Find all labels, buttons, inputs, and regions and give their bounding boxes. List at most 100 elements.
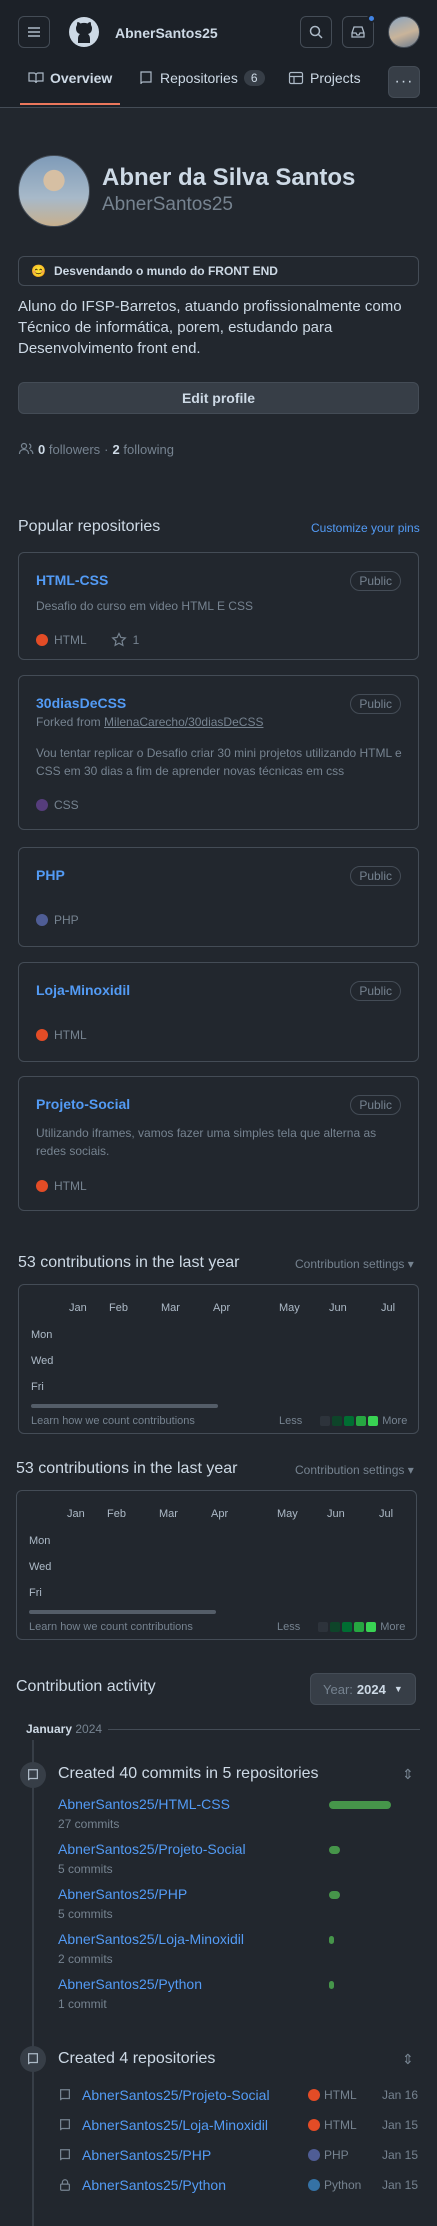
edit-profile-button[interactable]: Edit profile — [18, 382, 419, 414]
repo-meta: HTML 1 — [36, 632, 139, 648]
repo-name-link[interactable]: Loja-Minoxidil — [36, 982, 130, 998]
legend-level-2 — [344, 1416, 355, 1426]
created-repo-row: AbnerSantos25/Python Python Jan 15 — [58, 2174, 418, 2196]
people-icon — [18, 442, 34, 455]
created-date: Jan 15 — [381, 2148, 418, 2162]
month-label: Jan — [67, 1508, 85, 1520]
repo-name-link[interactable]: 30diasDeCSS — [36, 695, 126, 711]
language-color-dot — [36, 634, 48, 646]
forked-from-text: Forked from MilenaCarecho/30diasDeCSS — [36, 713, 406, 731]
commit-count-link[interactable]: 1 commit — [58, 1997, 107, 2011]
contribution-settings-button[interactable]: Contribution settings ▾ — [295, 1257, 414, 1271]
commit-repo-link[interactable]: AbnerSantos25/Projeto-Social — [58, 1841, 246, 1857]
month-label: Feb — [107, 1508, 126, 1520]
commit-repo-link[interactable]: AbnerSantos25/Loja-Minoxidil — [58, 1931, 244, 1947]
forked-from-prefix: Forked from — [36, 715, 101, 729]
month-heading: January 2024 — [26, 1722, 102, 1736]
notification-dot — [367, 14, 376, 23]
commit-repo-link[interactable]: AbnerSantos25/Python — [58, 1976, 202, 1992]
tab-repositories[interactable]: Repositories 6 — [138, 70, 265, 86]
graph-legend: Less More — [277, 1621, 405, 1633]
created-repo-link[interactable]: AbnerSantos25/Projeto-Social — [82, 2087, 308, 2103]
language-label: Python — [323, 2178, 362, 2192]
repo-name-link[interactable]: PHP — [36, 867, 65, 883]
month-label: Jan — [69, 1302, 87, 1314]
month-label: May — [279, 1302, 300, 1314]
learn-how-link[interactable]: Learn how we count contributions — [29, 1621, 193, 1633]
repo-name-link[interactable]: Projeto-Social — [36, 1096, 130, 1112]
timeline-badge — [20, 2046, 46, 2072]
menu-button[interactable] — [18, 16, 50, 48]
learn-how-link[interactable]: Learn how we count contributions — [31, 1415, 195, 1427]
search-button[interactable] — [300, 16, 332, 48]
followers-link[interactable]: 0 followers — [38, 442, 100, 457]
commits-summary-heading[interactable]: Created 40 commits in 5 repositories — [58, 1765, 319, 1783]
created-repo-link[interactable]: AbnerSantos25/Python — [82, 2177, 308, 2193]
commit-count-link[interactable]: 2 commits — [58, 1952, 113, 1966]
created-repos-heading[interactable]: Created 4 repositories — [58, 2050, 215, 2068]
pinned-repo-card: Loja-Minoxidil Public HTML — [18, 962, 419, 1062]
table-icon — [288, 71, 304, 85]
commit-repo-link[interactable]: AbnerSantos25/PHP — [58, 1886, 187, 1902]
created-repo-row: AbnerSantos25/Loja-Minoxidil HTML Jan 15 — [58, 2114, 418, 2136]
repo-icon — [58, 2148, 82, 2162]
more-tabs-button[interactable]: ··· — [388, 66, 420, 98]
repo-meta: HTML — [36, 1028, 87, 1042]
contribution-settings-button[interactable]: Contribution settings ▾ — [295, 1463, 414, 1477]
graph-scrollbar[interactable] — [29, 1610, 216, 1614]
month-label: Jun — [327, 1508, 345, 1520]
search-icon — [309, 25, 323, 39]
github-logo-icon[interactable] — [68, 16, 100, 48]
created-repo-row: AbnerSantos25/PHP PHP Jan 15 — [58, 2144, 418, 2166]
created-repo-link[interactable]: AbnerSantos25/PHP — [82, 2147, 308, 2163]
contribution-activity-heading: Contribution activity — [16, 1678, 156, 1695]
following-link[interactable]: 2 following — [113, 442, 174, 457]
commit-repo-link[interactable]: AbnerSantos25/HTML-CSS — [58, 1796, 230, 1812]
contributions-heading: 53 contributions in the last year — [16, 1460, 238, 1477]
commit-count-link[interactable]: 5 commits — [58, 1907, 113, 1921]
day-label: Mon — [29, 1535, 51, 1547]
profile-name: Abner da Silva Santos — [102, 164, 356, 191]
contribution-graph: Jan Feb Mar Apr May Jun Jul Mon Wed Fri … — [18, 1284, 419, 1434]
language-label: HTML — [54, 1179, 87, 1193]
tab-overview[interactable]: Overview — [28, 70, 112, 86]
tab-projects[interactable]: Projects — [288, 70, 361, 86]
repo-icon — [28, 2053, 38, 2065]
commit-progress-bar — [329, 1981, 334, 1989]
commit-progress-bar — [329, 1801, 391, 1809]
avatar-button[interactable] — [388, 16, 420, 48]
repo-name-link[interactable]: HTML-CSS — [36, 572, 108, 588]
customize-pins-link[interactable]: Customize your pins — [311, 521, 420, 535]
repo-icon — [140, 71, 152, 85]
day-label: Fri — [31, 1381, 44, 1393]
forked-from-link[interactable]: MilenaCarecho/30diasDeCSS — [104, 715, 263, 729]
commit-count-link[interactable]: 27 commits — [58, 1817, 119, 1831]
created-repo-link[interactable]: AbnerSantos25/Loja-Minoxidil — [82, 2117, 308, 2133]
language-label: PHP — [54, 913, 79, 927]
unfold-icon[interactable]: ⇕ — [402, 2051, 414, 2068]
status-box[interactable]: 😊 Desvendando o mundo do FRONT END — [18, 256, 419, 286]
graph-scrollbar[interactable] — [31, 1404, 218, 1408]
legend-level-4 — [368, 1416, 379, 1426]
created-date: Jan 15 — [381, 2118, 418, 2132]
header-username[interactable]: AbnerSantos25 — [115, 25, 218, 41]
created-date: Jan 15 — [381, 2178, 418, 2192]
popular-repos-heading: Popular repositories — [18, 518, 161, 535]
commit-progress-bar — [329, 1891, 340, 1899]
followers-label: followers — [48, 441, 101, 457]
commit-progress-bar — [329, 1846, 340, 1854]
year-select-button[interactable]: Year: 2024 ▼ — [310, 1673, 416, 1705]
smiley-icon: 😊 — [31, 264, 46, 278]
legend-level-1 — [330, 1622, 341, 1632]
timeline-badge — [20, 1762, 46, 1788]
language-label: CSS — [54, 798, 79, 812]
inbox-button[interactable] — [342, 14, 376, 48]
unfold-icon[interactable]: ⇕ — [402, 1766, 414, 1783]
language-label: HTML — [54, 1028, 87, 1042]
legend-level-4 — [366, 1622, 377, 1632]
active-tab-indicator — [20, 103, 120, 105]
month-name: January — [26, 1722, 73, 1736]
star-count-link[interactable]: 1 — [133, 633, 140, 647]
commit-count-link[interactable]: 5 commits — [58, 1862, 113, 1876]
kebab-horizontal-icon: ··· — [394, 73, 414, 90]
